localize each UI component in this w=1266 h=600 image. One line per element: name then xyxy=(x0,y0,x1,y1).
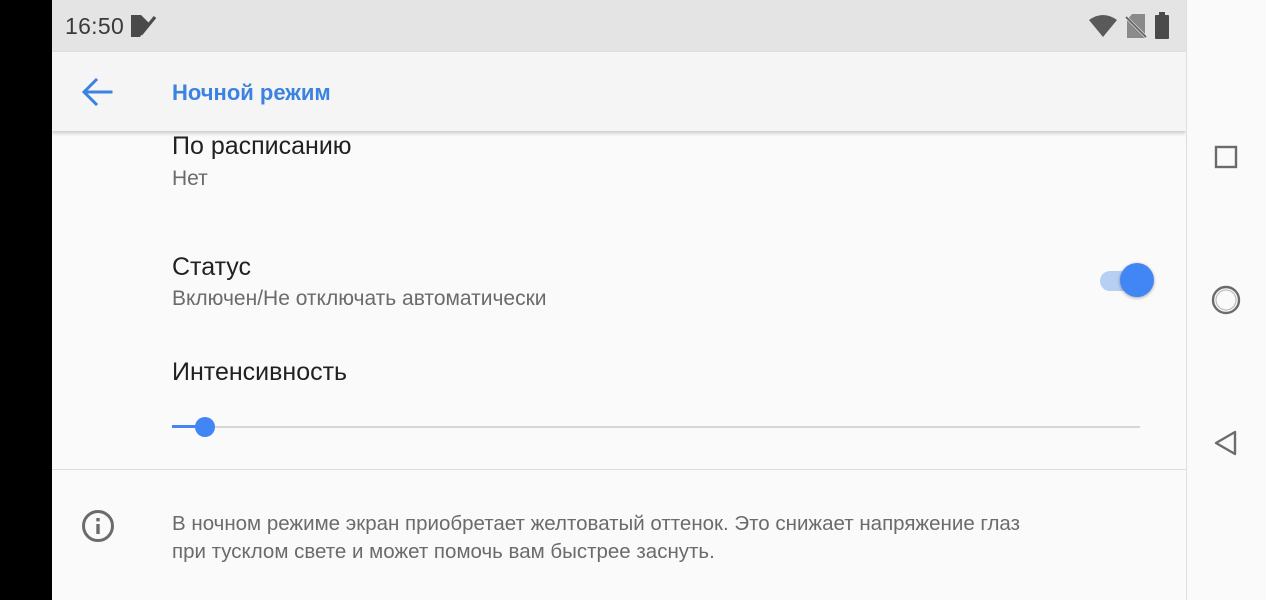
status-bar: 16:50 xyxy=(52,0,1186,52)
status-toggle[interactable] xyxy=(1098,263,1154,299)
nav-back-button[interactable] xyxy=(1211,428,1241,463)
home-icon xyxy=(1211,285,1241,315)
page-title: Ночной режим xyxy=(172,80,331,105)
intensity-slider[interactable] xyxy=(172,412,1140,442)
status-summary: Включен/Не отключать автоматически xyxy=(172,287,547,310)
slider-thumb[interactable] xyxy=(195,417,215,437)
schedule-summary: Нет xyxy=(172,167,208,190)
app-bar: Ночной режим xyxy=(52,52,1186,131)
wifi-icon xyxy=(1088,14,1118,43)
status-title: Статус xyxy=(172,253,252,281)
navigation-bar xyxy=(1186,0,1266,600)
slider-rail xyxy=(172,426,1140,428)
status-clock: 16:50 xyxy=(65,13,125,39)
intensity-title: Интенсивность xyxy=(172,358,348,386)
recents-icon xyxy=(1214,145,1238,169)
description-line-2: при тусклом свете и может помочь вам быс… xyxy=(172,540,715,563)
info-icon xyxy=(81,509,115,548)
schedule-title: По расписанию xyxy=(172,132,352,160)
home-button[interactable] xyxy=(1209,283,1243,322)
recents-button[interactable] xyxy=(1211,142,1241,177)
no-sim-icon xyxy=(1123,13,1149,44)
settings-screen: 16:50 Ночной режим По расписанию Нет Ста… xyxy=(52,0,1186,600)
arrow-back-icon xyxy=(81,77,113,107)
back-icon xyxy=(1214,430,1237,456)
notification-icon xyxy=(129,13,157,44)
divider xyxy=(52,469,1186,470)
toggle-thumb xyxy=(1120,263,1154,297)
battery-icon xyxy=(1154,12,1170,45)
back-button[interactable] xyxy=(80,76,116,108)
night-mode-description: В ночном режиме экран приобретает желтов… xyxy=(172,510,1172,566)
description-line-1: В ночном режиме экран приобретает желтов… xyxy=(172,512,1020,535)
